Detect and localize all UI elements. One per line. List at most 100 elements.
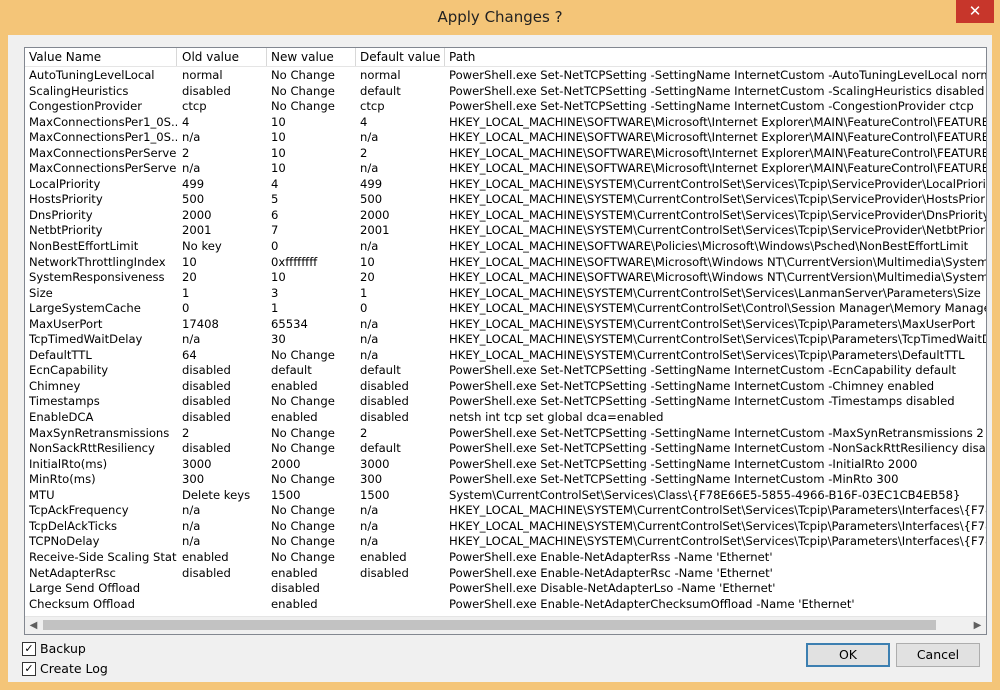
- cell-path: HKEY_LOCAL_MACHINE\SYSTEM\CurrentControl…: [449, 534, 987, 549]
- table-row[interactable]: InitialRto(ms) 3000 2000 3000 PowerShell.exe…: [25, 457, 986, 473]
- cancel-button[interactable]: Cancel: [896, 643, 980, 667]
- cell-path: PowerShell.exe Set-NetTCPSetting -Settin…: [449, 83, 985, 98]
- table-row[interactable]: EcnCapability disabled default default Power…: [25, 363, 986, 379]
- cell-new-value: enabled: [271, 596, 318, 611]
- cell-old-value: 499: [182, 176, 205, 191]
- cell-path: HKEY_LOCAL_MACHINE\SOFTWARE\Microsoft\In…: [449, 130, 986, 145]
- table-row[interactable]: DnsPriority 2000 6 2000 HKEY_LOCAL_MACHINE\S…: [25, 208, 986, 224]
- cell-old-value: disabled: [182, 83, 231, 98]
- table-row[interactable]: MaxConnectionsPerServer n/a 10 n/a HKEY_LOCA…: [25, 161, 986, 177]
- cell-path: HKEY_LOCAL_MACHINE\SYSTEM\CurrentControl…: [449, 176, 987, 191]
- cell-new-value: 10: [271, 145, 286, 160]
- table-row[interactable]: Chimney disabled enabled disabled PowerShell…: [25, 379, 986, 395]
- cell-value-name: Checksum Offload: [29, 596, 135, 611]
- column-header-default-value[interactable]: Default value: [356, 48, 445, 66]
- cell-new-value: 10: [271, 114, 286, 129]
- cell-old-value: n/a: [182, 161, 201, 176]
- column-header-old-value[interactable]: Old value: [178, 48, 267, 66]
- table-row[interactable]: HostsPriority 500 5 500 HKEY_LOCAL_MACHINE\S…: [25, 192, 986, 208]
- scroll-right-icon[interactable]: ▶: [969, 617, 986, 634]
- scroll-left-icon[interactable]: ◀: [25, 617, 42, 634]
- dialog-client-area: Value Name Old value New value Default v…: [8, 35, 992, 682]
- changes-list-view[interactable]: Value Name Old value New value Default v…: [24, 47, 987, 635]
- cell-default-value: ctcp: [360, 99, 385, 114]
- cell-new-value: 10: [271, 161, 286, 176]
- cell-new-value: default: [271, 363, 312, 378]
- table-row[interactable]: MaxUserPort 17408 65534 n/a HKEY_LOCAL_MACHI…: [25, 317, 986, 333]
- table-row[interactable]: MaxConnectionsPerServer 2 10 2 HKEY_LOCAL_MA…: [25, 146, 986, 162]
- table-row[interactable]: DefaultTTL 64 No Change n/a HKEY_LOCAL_MACHI…: [25, 348, 986, 364]
- table-row[interactable]: NonSackRttResiliency disabled No Change def…: [25, 441, 986, 457]
- cell-default-value: 2000: [360, 207, 390, 222]
- table-row[interactable]: ScalingHeuristics disabled No Change defaul…: [25, 84, 986, 100]
- table-row[interactable]: NetAdapterRsc disabled enabled disabled Powe…: [25, 566, 986, 582]
- cell-new-value: No Change: [271, 425, 335, 440]
- table-row[interactable]: MaxSynRetransmissions 2 No Change 2 PowerShe…: [25, 426, 986, 442]
- table-row[interactable]: MTU Delete keys 1500 1500 System\CurrentCont…: [25, 488, 986, 504]
- table-row[interactable]: TcpAckFrequency n/a No Change n/a HKEY_LOCAL…: [25, 503, 986, 519]
- cell-path: HKEY_LOCAL_MACHINE\SYSTEM\CurrentControl…: [449, 192, 987, 207]
- close-button[interactable]: ✕: [956, 0, 994, 23]
- cell-old-value: n/a: [182, 534, 201, 549]
- table-row[interactable]: TCPNoDelay n/a No Change n/a HKEY_LOCAL_MACH…: [25, 534, 986, 550]
- cell-old-value: 64: [182, 347, 197, 362]
- table-row[interactable]: NetworkThrottlingIndex 10 0xffffffff 10 HKEY…: [25, 255, 986, 271]
- cell-path: PowerShell.exe Enable-NetAdapterRss -Nam…: [449, 549, 773, 564]
- ok-button[interactable]: OK: [806, 643, 890, 667]
- cell-old-value: 300: [182, 472, 205, 487]
- cell-default-value: default: [360, 441, 401, 456]
- column-header-new-value[interactable]: New value: [267, 48, 356, 66]
- cell-default-value: n/a: [360, 332, 379, 347]
- table-row[interactable]: TcpDelAckTicks n/a No Change n/a HKEY_LOCAL_…: [25, 519, 986, 535]
- horizontal-scrollbar[interactable]: ◀ ▶: [25, 616, 986, 634]
- cell-value-name: ScalingHeuristics: [29, 83, 129, 98]
- table-row[interactable]: Large Send Offload disabled PowerShell.exe…: [25, 581, 986, 597]
- cell-value-name: MTU: [29, 487, 55, 502]
- cell-new-value: No Change: [271, 99, 335, 114]
- table-row[interactable]: TcpTimedWaitDelay n/a 30 n/a HKEY_LOCAL_MACH…: [25, 332, 986, 348]
- cell-new-value: No Change: [271, 518, 335, 533]
- table-row[interactable]: LocalPriority 499 4 499 HKEY_LOCAL_MACHINE\S…: [25, 177, 986, 193]
- table-row[interactable]: Checksum Offload enabled PowerShell.exe En…: [25, 597, 986, 613]
- cell-value-name: EnableDCA: [29, 410, 94, 425]
- column-header-value-name[interactable]: Value Name: [25, 48, 177, 66]
- table-row[interactable]: CongestionProvider ctcp No Change ctcp Power…: [25, 99, 986, 115]
- cell-old-value: disabled: [182, 394, 231, 409]
- table-row[interactable]: MaxConnectionsPer1_0S... 4 10 4 HKEY_LOCAL_M…: [25, 115, 986, 131]
- table-row[interactable]: Size 1 3 1 HKEY_LOCAL_MACHINE\SYSTEM\Current…: [25, 286, 986, 302]
- table-row[interactable]: AutoTuningLevelLocal normal No Change norma…: [25, 68, 986, 84]
- create-log-label: Create Log: [40, 661, 108, 676]
- cell-new-value: enabled: [271, 410, 318, 425]
- cell-new-value: 7: [271, 223, 279, 238]
- backup-label: Backup: [40, 641, 86, 656]
- cell-value-name: MaxConnectionsPer1_0S...: [29, 114, 177, 129]
- table-row[interactable]: Receive-Side Scaling State enabled No Chan…: [25, 550, 986, 566]
- table-row[interactable]: LargeSystemCache 0 1 0 HKEY_LOCAL_MACHINE\SY…: [25, 301, 986, 317]
- create-log-checkbox[interactable]: ✓: [22, 662, 36, 676]
- table-row[interactable]: NonBestEffortLimit No key 0 n/a HKEY_LOCAL_M…: [25, 239, 986, 255]
- table-row[interactable]: MaxConnectionsPer1_0S... n/a 10 n/a HKEY_LOC…: [25, 130, 986, 146]
- cell-new-value: enabled: [271, 378, 318, 393]
- cell-value-name: SystemResponsiveness: [29, 270, 165, 285]
- scrollbar-thumb[interactable]: [43, 620, 936, 630]
- cell-default-value: 500: [360, 192, 383, 207]
- table-row[interactable]: NetbtPriority 2001 7 2001 HKEY_LOCAL_MACHINE…: [25, 223, 986, 239]
- table-row[interactable]: EnableDCA disabled enabled disabled netsh in…: [25, 410, 986, 426]
- cell-value-name: LargeSystemCache: [29, 301, 141, 316]
- cell-value-name: Chimney: [29, 378, 81, 393]
- table-row[interactable]: SystemResponsiveness 20 10 20 HKEY_LOCAL_MAC…: [25, 270, 986, 286]
- column-header-path[interactable]: Path: [445, 48, 986, 66]
- cell-new-value: 10: [271, 130, 286, 145]
- backup-checkbox[interactable]: ✓: [22, 642, 36, 656]
- cell-old-value: 2: [182, 145, 190, 160]
- cell-value-name: MaxSynRetransmissions: [29, 425, 170, 440]
- table-row[interactable]: MinRto(ms) 300 No Change 300 PowerShell.exe …: [25, 472, 986, 488]
- cell-old-value: 4: [182, 114, 190, 129]
- cell-old-value: 17408: [182, 316, 219, 331]
- cell-path: HKEY_LOCAL_MACHINE\SYSTEM\CurrentControl…: [449, 223, 987, 238]
- cell-path: HKEY_LOCAL_MACHINE\SOFTWARE\Policies\Mic…: [449, 239, 969, 254]
- list-rows: AutoTuningLevelLocal normal No Change norma…: [25, 68, 986, 612]
- cell-old-value: 20: [182, 270, 197, 285]
- table-row[interactable]: Timestamps disabled No Change disabled Power…: [25, 394, 986, 410]
- cell-path: HKEY_LOCAL_MACHINE\SOFTWARE\Microsoft\Wi…: [449, 254, 986, 269]
